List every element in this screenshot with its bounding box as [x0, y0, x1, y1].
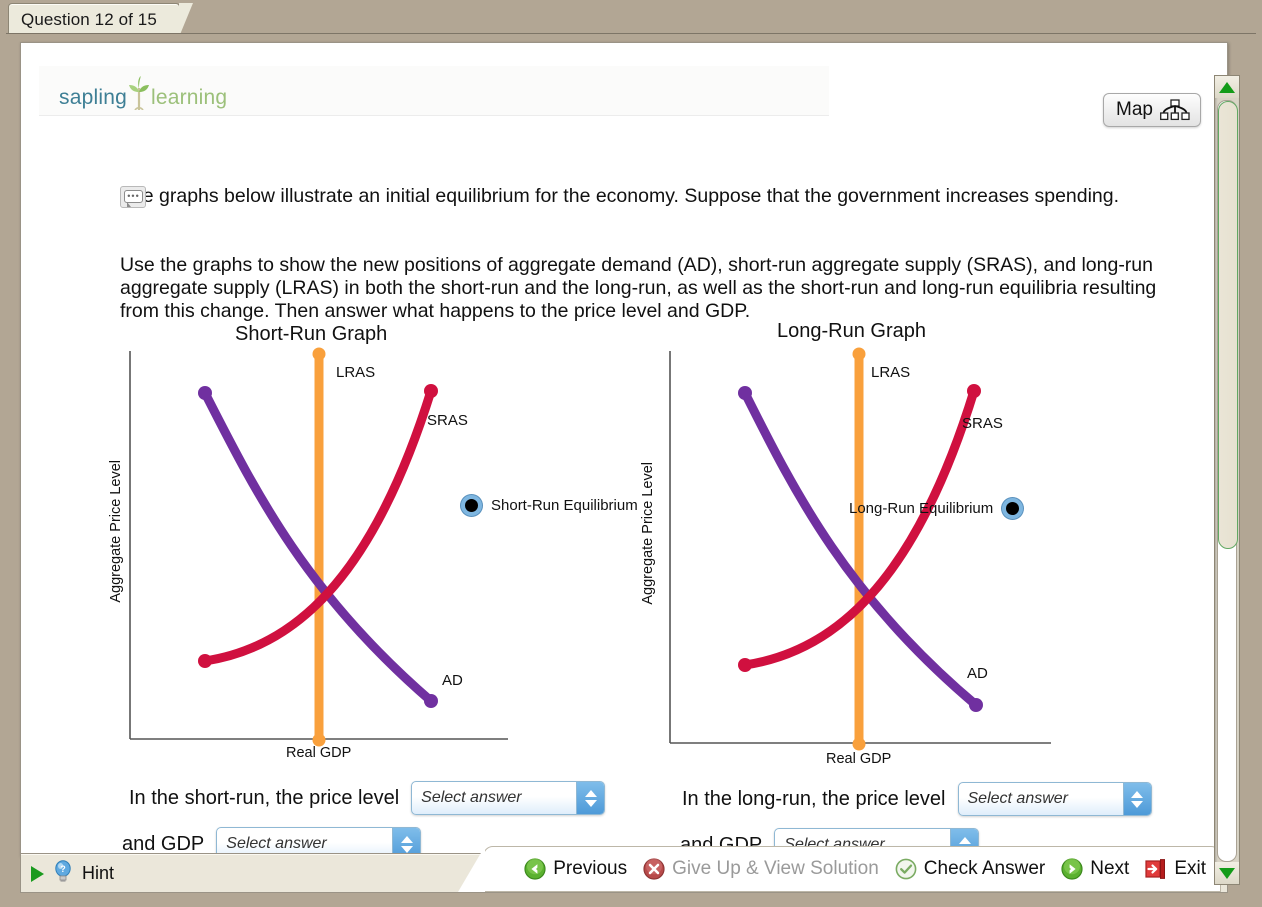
- exit-label: Exit: [1174, 858, 1206, 879]
- spinner-down-arrow-icon[interactable]: [400, 845, 413, 853]
- long-run-graph-title: Long-Run Graph: [777, 320, 926, 342]
- select-value: Select answer: [967, 790, 1069, 807]
- lightbulb-icon: ?: [53, 860, 73, 887]
- check-circle-icon: [895, 858, 917, 880]
- scrollbar-thumb[interactable]: [1218, 101, 1238, 549]
- short-run-ad-label: AD: [442, 672, 463, 689]
- exit-button[interactable]: Exit: [1145, 858, 1206, 880]
- long-run-equilibrium-label: Long-Run Equilibrium: [849, 500, 994, 517]
- long-run-price-level-select[interactable]: Select answer: [957, 782, 1152, 816]
- speech-bubble-icon[interactable]: •••: [120, 186, 146, 208]
- scroll-down-button[interactable]: [1215, 862, 1239, 884]
- spinner-up-arrow-icon[interactable]: [1131, 790, 1143, 798]
- short-run-price-level-row: In the short-run, the price level Select…: [129, 781, 606, 815]
- bottom-toolbar: ? Hint Previous Give Up & View Solution …: [20, 846, 1228, 893]
- next-button[interactable]: Next: [1061, 858, 1129, 880]
- check-answer-button[interactable]: Check Answer: [895, 858, 1045, 880]
- equilibrium-marker-icon[interactable]: [1002, 498, 1024, 519]
- scroll-down-arrow-icon: [1219, 867, 1235, 879]
- previous-label: Previous: [553, 858, 628, 879]
- spinner-up-arrow-icon[interactable]: [584, 789, 597, 797]
- long-run-sras-label: SRAS: [962, 415, 1003, 432]
- long-run-equilibrium-legend[interactable]: Long-Run Equilibrium: [849, 498, 1024, 519]
- give-up-button[interactable]: Give Up & View Solution: [643, 858, 879, 880]
- tab-strip: Question 12 of 15: [0, 0, 1262, 37]
- short-run-equilibrium-label: Short-Run Equilibrium: [491, 497, 638, 514]
- cancel-x-icon: [643, 858, 665, 880]
- short-run-gdp-row: and GDP Select answer: [122, 827, 422, 855]
- spinner-arrows-icon[interactable]: [392, 828, 421, 855]
- spinner-arrows-icon[interactable]: [576, 782, 605, 814]
- content-frame: sapling learning Map The graphs below il…: [6, 33, 1256, 901]
- previous-arrow-icon: [524, 858, 546, 880]
- navigation-tab: Previous Give Up & View Solution Check A…: [458, 846, 1221, 892]
- question-paragraph-1: The graphs below illustrate an initial e…: [120, 185, 1120, 207]
- long-run-ad-label: AD: [967, 665, 988, 682]
- spinner-down-arrow-icon[interactable]: [1131, 800, 1143, 808]
- short-run-graph-plot[interactable]: [106, 343, 526, 763]
- short-run-sras-label: SRAS: [427, 412, 468, 429]
- question-content: sapling learning Map The graphs below il…: [20, 42, 1228, 856]
- vertical-scrollbar[interactable]: [1214, 75, 1240, 885]
- select-value: Select answer: [421, 789, 522, 806]
- spinner-up-arrow-icon[interactable]: [958, 836, 971, 844]
- play-triangle-icon: [31, 865, 44, 882]
- svg-text:?: ?: [60, 864, 66, 874]
- next-label: Next: [1090, 858, 1130, 879]
- tab-question-label: Question 12 of 15: [21, 10, 157, 29]
- question-paragraph-2: Use the graphs to show the new positions…: [120, 254, 1157, 322]
- question-body: The graphs below illustrate an initial e…: [21, 43, 1227, 855]
- short-run-price-level-prompt: In the short-run, the price level: [129, 786, 400, 809]
- long-run-price-level-row: In the long-run, the price level Select …: [682, 782, 1152, 816]
- short-run-price-level-select[interactable]: Select answer: [411, 781, 606, 815]
- scrollbar-track[interactable]: [1217, 100, 1238, 862]
- short-run-equilibrium-legend[interactable]: Short-Run Equilibrium: [461, 495, 638, 516]
- give-up-label: Give Up & View Solution: [672, 858, 879, 879]
- previous-button[interactable]: Previous: [524, 858, 627, 880]
- spinner-up-arrow-icon[interactable]: [400, 835, 413, 843]
- scroll-up-button[interactable]: [1215, 76, 1239, 98]
- long-run-price-level-prompt: In the long-run, the price level: [682, 787, 946, 810]
- question-window: Question 12 of 15 sapling learning Map T…: [0, 0, 1262, 907]
- long-run-graph-plot[interactable]: [646, 343, 1066, 768]
- short-run-gdp-select[interactable]: Select answer: [216, 827, 422, 855]
- spinner-arrows-icon[interactable]: [1122, 783, 1151, 815]
- hint-label: Hint: [82, 863, 115, 883]
- spinner-down-arrow-icon[interactable]: [584, 799, 597, 807]
- short-run-lras-label: LRAS: [336, 364, 376, 381]
- equilibrium-marker-icon[interactable]: [461, 495, 482, 516]
- long-run-lras-label: LRAS: [871, 364, 911, 381]
- select-value: Select answer: [226, 835, 327, 852]
- hint-button[interactable]: ? Hint: [31, 860, 114, 887]
- exit-door-icon: [1145, 858, 1167, 880]
- tab-question[interactable]: Question 12 of 15: [8, 3, 193, 37]
- check-answer-label: Check Answer: [923, 858, 1046, 879]
- next-arrow-icon: [1061, 858, 1083, 880]
- scroll-up-arrow-icon: [1219, 81, 1235, 93]
- speech-bubble-tail: [127, 202, 131, 207]
